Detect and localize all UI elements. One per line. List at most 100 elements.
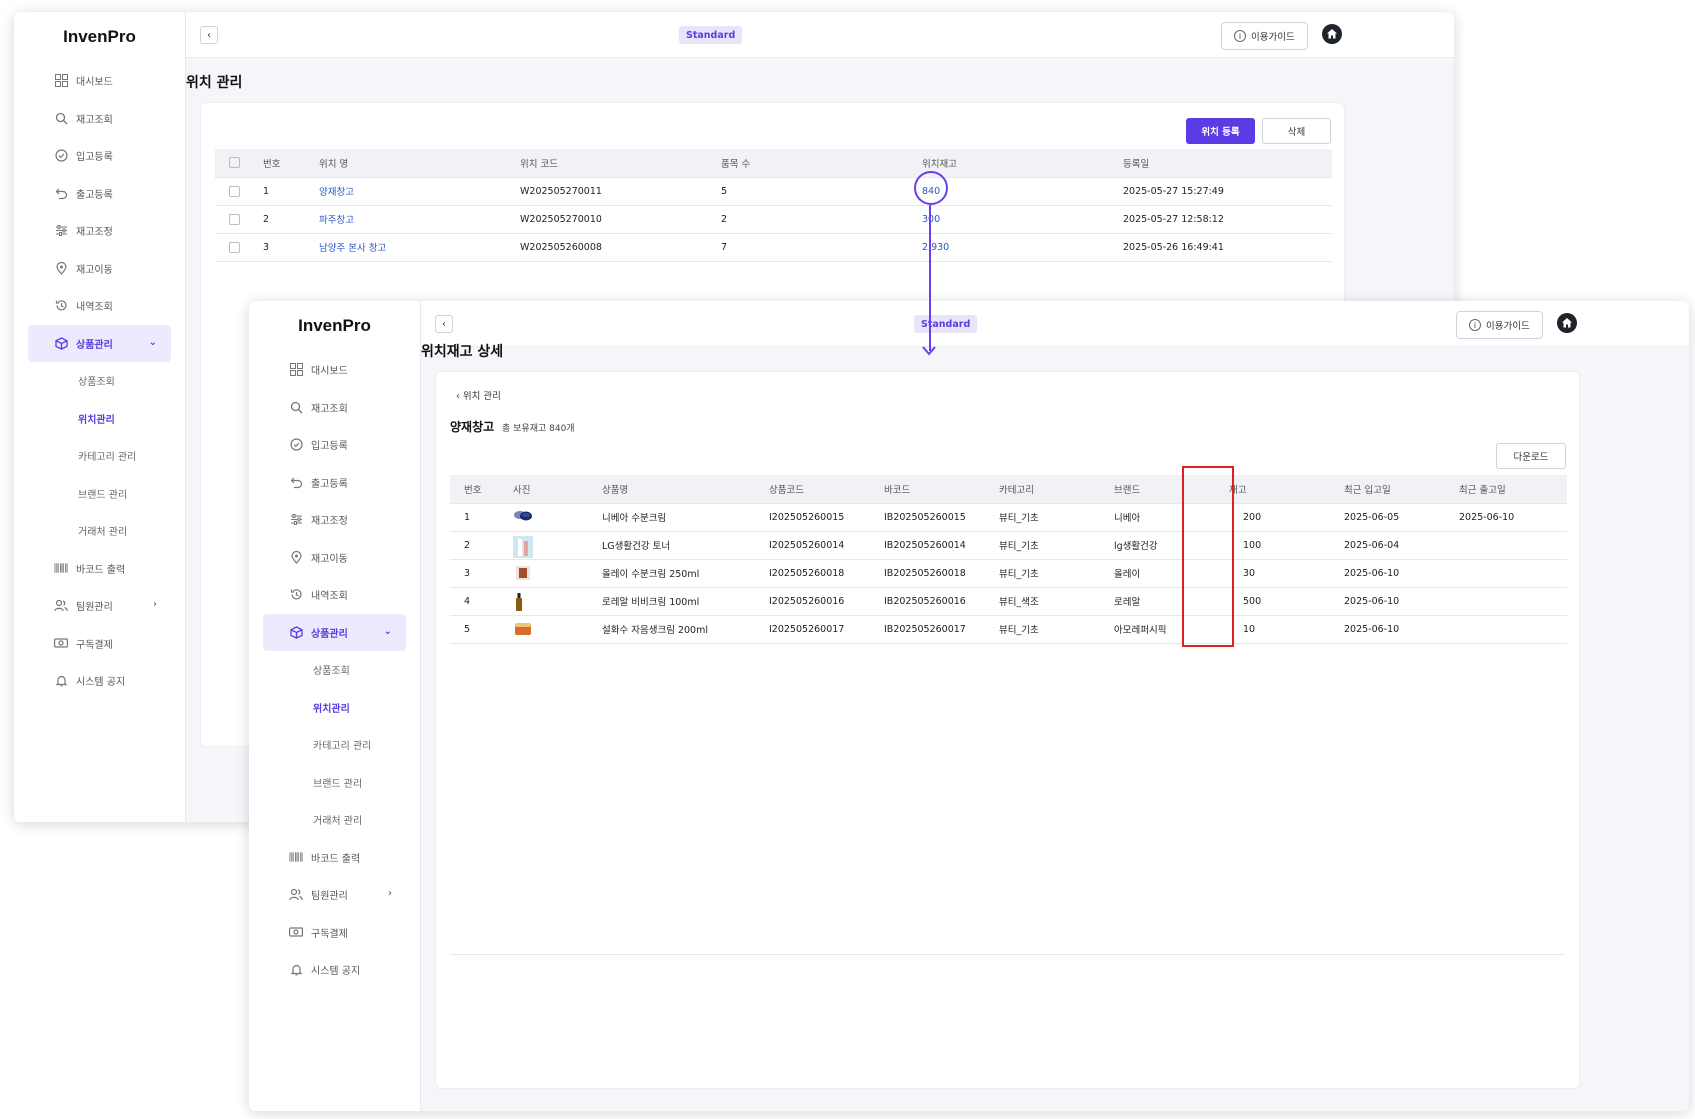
table-row: 5 설화수 자음생크림 200ml I202505260017 IB202505…	[450, 615, 1567, 644]
barcode: IB202505260016	[884, 587, 999, 616]
table-row: 4 로레알 비비크림 100ml I202505260016 IB2025052…	[450, 587, 1567, 616]
row-number: 3	[263, 233, 319, 262]
sidebar-item-box[interactable]: 상품관리 ⌄	[263, 613, 406, 651]
category: 뷰티_기초	[999, 503, 1114, 532]
sidebar-item-sliders[interactable]: 재고조정	[263, 501, 406, 539]
row-number: 2	[450, 531, 513, 560]
sidebar-item-history[interactable]: 내역조회	[28, 287, 171, 325]
sidebar-item-dashboard[interactable]: 대시보드	[28, 62, 171, 100]
row-checkbox[interactable]	[229, 241, 240, 253]
sidebar-item-history[interactable]: 내역조회	[263, 576, 406, 614]
sidebar-item-label: 입고등록	[311, 441, 348, 453]
category: 뷰티_기초	[999, 615, 1114, 644]
undo-arrow-icon	[54, 186, 68, 200]
location-pin-icon	[54, 261, 68, 275]
sidebar-item-check-circle[interactable]: 입고등록	[28, 137, 171, 175]
sidebar-item-undo-arrow[interactable]: 출고등록	[263, 464, 406, 502]
sidebar-item-check-circle[interactable]: 입고등록	[263, 426, 406, 464]
category: 뷰티_색조	[999, 587, 1114, 616]
sidebar-item-dashboard[interactable]: 대시보드	[263, 351, 406, 389]
location-stock-link[interactable]: 2,930	[922, 233, 1123, 262]
location-stock-link[interactable]: 840	[922, 177, 1123, 206]
register-location-button[interactable]: 위치 등록	[1186, 118, 1255, 144]
payment-icon	[54, 636, 68, 650]
column-header: 상품코드	[769, 475, 884, 504]
box-icon	[289, 625, 303, 639]
last-outbound-date	[1459, 531, 1567, 560]
last-inbound-date: 2025-06-10	[1344, 559, 1459, 588]
row-number: 2	[263, 205, 319, 234]
breadcrumb-label: 위치 관리	[462, 391, 501, 402]
sidebar-item-payment[interactable]: 구독결제	[263, 914, 406, 952]
sidebar-subitem[interactable]: 브랜드 관리	[28, 475, 171, 513]
users-icon	[289, 888, 303, 902]
sidebar-item-barcode[interactable]: 바코드 출력	[28, 550, 171, 588]
row-checkbox[interactable]	[229, 213, 240, 225]
sidebar-item-barcode[interactable]: 바코드 출력	[263, 839, 406, 877]
sidebar-subitem[interactable]: 거래처 관리	[263, 801, 406, 839]
column-header: 위치 코드	[520, 149, 721, 178]
page-title: 위치재고 상세	[421, 344, 504, 360]
row-checkbox[interactable]	[229, 185, 240, 197]
sidebar-item-search[interactable]: 재고조회	[263, 389, 406, 427]
chevron-left-icon: ‹	[442, 318, 446, 330]
barcode: IB202505260014	[884, 531, 999, 560]
sidebar-item-label: 구독결제	[311, 928, 348, 940]
home-icon[interactable]	[1557, 313, 1577, 333]
sidebar-item-location-pin[interactable]: 재고이동	[263, 539, 406, 577]
home-icon[interactable]	[1322, 24, 1342, 44]
page-title: 위치 관리	[186, 75, 243, 91]
location-stock-link[interactable]: 300	[922, 205, 1123, 234]
top-bar: ‹ Standard i 이용가이드	[421, 301, 1689, 347]
search-icon	[54, 111, 68, 125]
sidebar-item-payment[interactable]: 구독결제	[28, 625, 171, 663]
column-header: 사진	[513, 475, 602, 504]
sidebar-item-bell[interactable]: 시스템 공지	[263, 951, 406, 989]
sidebar-item-users[interactable]: 팀원관리 ›	[28, 587, 171, 625]
sidebar-subitem[interactable]: 카테고리 관리	[28, 437, 171, 475]
sidebar-item-sliders[interactable]: 재고조정	[28, 212, 171, 250]
location-name-link[interactable]: 양재창고	[319, 177, 520, 206]
delete-button[interactable]: 삭제	[1262, 118, 1331, 144]
sidebar-item-label: 구독결제	[76, 639, 113, 651]
sliders-icon	[54, 224, 68, 238]
history-icon	[289, 588, 303, 602]
sidebar-item-bell[interactable]: 시스템 공지	[28, 662, 171, 700]
sidebar-item-users[interactable]: 팀원관리 ›	[263, 876, 406, 914]
sidebar-subitem[interactable]: 위치관리	[28, 400, 171, 438]
location-name: 양재창고	[450, 420, 495, 434]
arrow-down-icon	[922, 346, 936, 356]
sidebar-item-label: 재고이동	[311, 553, 348, 565]
sidebar-item-label: 시스템 공지	[76, 677, 126, 689]
sidebar-item-label: 대시보드	[76, 77, 113, 89]
sidebar-item-label: 출고등록	[76, 189, 113, 201]
guide-button[interactable]: i 이용가이드	[1221, 22, 1308, 50]
guide-button[interactable]: i 이용가이드	[1456, 311, 1543, 339]
breadcrumb-back-link[interactable]: ‹ 위치 관리	[456, 388, 501, 402]
product-name: LG생활건강 토너	[602, 531, 769, 560]
sidebar-subitem[interactable]: 상품조회	[263, 651, 406, 689]
sidebar-subitem[interactable]: 상품조회	[28, 362, 171, 400]
back-button[interactable]: ‹	[435, 315, 453, 333]
table-header-row: 번호 위치 명 위치 코드 품목 수 위치재고 등록일	[215, 149, 1332, 178]
sidebar-item-search[interactable]: 재고조회	[28, 100, 171, 138]
sidebar-subitem[interactable]: 위치관리	[263, 689, 406, 727]
sidebar-item-location-pin[interactable]: 재고이동	[28, 250, 171, 288]
column-header: 품목 수	[721, 149, 922, 178]
location-name-link[interactable]: 남양주 본사 창고	[319, 233, 520, 262]
sidebar-item-box[interactable]: 상품관리 ⌄	[28, 324, 171, 362]
download-button[interactable]: 다운로드	[1496, 443, 1566, 469]
last-inbound-date: 2025-06-04	[1344, 531, 1459, 560]
table-row: 2 LG생활건강 토너 I202505260014 IB202505260014…	[450, 531, 1567, 560]
location-table: 번호 위치 명 위치 코드 품목 수 위치재고 등록일 1 양재창고 W2025…	[215, 149, 1332, 262]
product-code: I202505260017	[769, 615, 884, 644]
location-name-link[interactable]: 파주창고	[319, 205, 520, 234]
sidebar-item-undo-arrow[interactable]: 출고등록	[28, 175, 171, 213]
sidebar-subitem[interactable]: 카테고리 관리	[263, 726, 406, 764]
back-button[interactable]: ‹	[200, 26, 218, 44]
stock-quantity: 500	[1229, 587, 1344, 616]
check-circle-icon	[289, 438, 303, 452]
select-all-checkbox[interactable]	[229, 157, 240, 169]
sidebar-subitem[interactable]: 브랜드 관리	[263, 764, 406, 802]
sidebar-subitem[interactable]: 거래처 관리	[28, 512, 171, 550]
